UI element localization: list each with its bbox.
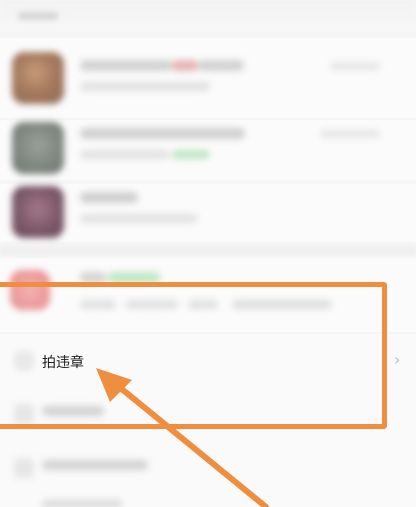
chat-title-4-tag: [108, 272, 160, 283]
chat-title-3: [80, 192, 138, 203]
chat-item-3[interactable]: [0, 184, 416, 242]
chat-avatar-2: [12, 122, 64, 174]
screen: 拍违章 ›: [0, 0, 416, 507]
menu-item-blurred-2-icon: [14, 458, 34, 478]
chat-preview-4-c: [188, 300, 218, 309]
section-separator: [0, 246, 416, 256]
menu-item-blurred-1[interactable]: [0, 388, 416, 442]
chevron-right-icon: ›: [394, 350, 401, 369]
chat-title-1: [80, 60, 172, 71]
chat-avatar-1: [12, 52, 64, 104]
chat-preview-4-a: [80, 300, 116, 309]
chat-preview-1: [80, 82, 210, 91]
top-status-strip: [0, 0, 416, 30]
chat-time-2: [320, 130, 380, 138]
chat-item-1[interactable]: [0, 38, 416, 118]
menu-item-blurred-2[interactable]: [0, 442, 416, 496]
menu-item-report-violation[interactable]: 拍违章 ›: [0, 334, 416, 388]
menu-item-label: 拍违章: [42, 355, 84, 371]
chat-preview-4-b: [126, 300, 178, 309]
menu-item-blurred-1-icon: [14, 404, 34, 424]
camera-icon: [14, 351, 34, 371]
chat-preview-2: [80, 150, 170, 159]
chat-preview-2-tag: [172, 150, 210, 159]
chat-avatar-3: [12, 186, 64, 238]
menu-item-blurred-2-label: [42, 460, 148, 470]
chat-title-2: [80, 128, 245, 139]
chat-title-1-tail: [198, 60, 244, 71]
menu-item-blurred-3: [0, 496, 416, 507]
chat-title-1-tag: [172, 60, 198, 71]
menu-item-blurred-1-label: [42, 406, 104, 416]
chat-avatar-4: [10, 270, 50, 310]
chat-item-4[interactable]: [0, 258, 416, 332]
menu-item-blurred-3-label: [42, 500, 122, 507]
chat-title-4: [80, 272, 106, 283]
top-snippet: [18, 12, 58, 20]
chat-preview-4-d: [232, 300, 332, 309]
chat-time-1: [330, 62, 380, 70]
chat-preview-3: [80, 214, 198, 223]
chat-item-2[interactable]: [0, 120, 416, 180]
